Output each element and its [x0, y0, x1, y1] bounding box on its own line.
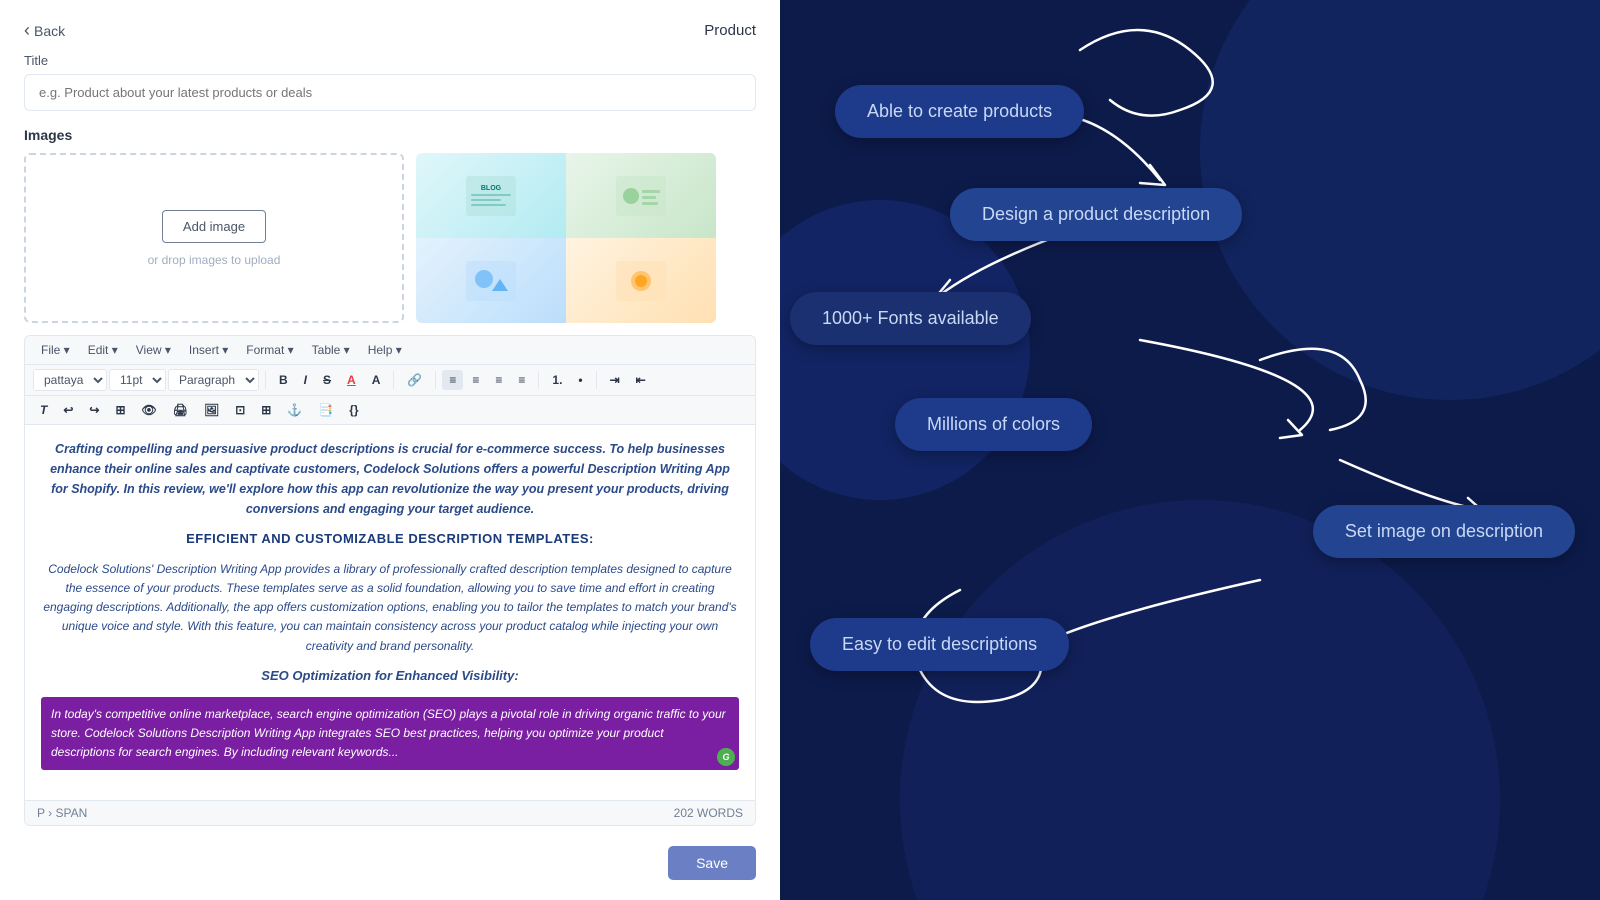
- unordered-list-btn[interactable]: •: [571, 370, 589, 390]
- undo-btn[interactable]: ↩: [56, 400, 80, 420]
- bg-circle-1: [1200, 0, 1600, 400]
- ordered-list-btn[interactable]: 1.: [545, 370, 569, 390]
- menu-edit[interactable]: Edit ▾: [80, 340, 126, 360]
- title-section: Title: [24, 53, 756, 111]
- editor-section-heading: Efficient and Customizable Description T…: [41, 529, 739, 550]
- toolbar-row1: File ▾ Edit ▾ View ▾ Insert ▾ Format ▾ T…: [25, 336, 755, 365]
- title-input[interactable]: [24, 74, 756, 111]
- toolbar-row2: pattaya 11pt Paragraph B I S A A 🔗 ≡ ≡ ≡…: [25, 365, 755, 396]
- editor-seo-heading: SEO Optimization for Enhanced Visibility…: [41, 666, 739, 687]
- size-select[interactable]: 11pt: [109, 369, 166, 391]
- product-label: Product: [704, 22, 756, 39]
- preview-cell-3: [416, 238, 566, 323]
- preview-btn[interactable]: 👁: [135, 400, 164, 420]
- highlighted-text: In today's competitive online marketplac…: [51, 707, 726, 759]
- preview-cell-2: [566, 153, 716, 238]
- image-preview: BLOG: [416, 153, 716, 323]
- feature-pill-edit-descriptions: Easy to edit descriptions: [810, 618, 1069, 671]
- menu-view[interactable]: View ▾: [128, 340, 179, 360]
- separator-5: [596, 371, 597, 389]
- feature-pill-fonts: 1000+ Fonts available: [790, 292, 1031, 345]
- feature-pill-set-image: Set image on description: [1313, 505, 1575, 558]
- image-btn[interactable]: 🖼: [197, 400, 226, 420]
- link-btn[interactable]: 🔗: [400, 370, 429, 390]
- embed-btn[interactable]: ⊡: [228, 400, 252, 420]
- menu-help[interactable]: Help ▾: [360, 340, 410, 360]
- align-center-btn[interactable]: ≡: [465, 370, 486, 390]
- italic-small-btn[interactable]: T: [33, 400, 54, 420]
- separator-2: [393, 371, 394, 389]
- svg-text:BLOG: BLOG: [481, 185, 502, 192]
- preview-cell-1: BLOG: [416, 153, 566, 238]
- save-btn-wrapper: Save: [24, 846, 756, 880]
- align-justify-btn[interactable]: ≡: [511, 370, 532, 390]
- upload-box[interactable]: Add image or drop images to upload: [24, 153, 404, 323]
- menu-table[interactable]: Table ▾: [304, 340, 358, 360]
- bg-circle-2: [900, 500, 1500, 900]
- font-color-btn[interactable]: A: [340, 370, 363, 390]
- table2-btn[interactable]: ⊞: [254, 400, 278, 420]
- align-left-btn[interactable]: ≡: [442, 370, 463, 390]
- editor-container: File ▾ Edit ▾ View ▾ Insert ▾ Format ▾ T…: [24, 335, 756, 826]
- italic-btn[interactable]: I: [297, 370, 314, 390]
- images-heading: Images: [24, 127, 756, 143]
- code-btn[interactable]: {}: [342, 400, 365, 420]
- menu-format[interactable]: Format ▾: [238, 340, 301, 360]
- indent-btn[interactable]: ⇥: [603, 370, 627, 390]
- bg-circle-3: [780, 200, 1030, 500]
- editor-body[interactable]: Crafting compelling and persuasive produ…: [25, 425, 755, 800]
- right-panel: Able to create products Design a product…: [780, 0, 1600, 900]
- menu-insert[interactable]: Insert ▾: [181, 340, 236, 360]
- feature-pill-create-products: Able to create products: [835, 85, 1084, 138]
- outdent-btn[interactable]: ⇤: [629, 370, 653, 390]
- editor-highlighted-para: In today's competitive online marketplac…: [41, 697, 739, 771]
- separator-4: [538, 371, 539, 389]
- toolbar-row3: T ↩ ↪ ⊞ 👁 🖨 🖼 ⊡ ⊞ ⚓ 📑 {}: [25, 396, 755, 425]
- editor-para-main: Crafting compelling and persuasive produ…: [41, 439, 739, 519]
- table-btn[interactable]: ⊞: [108, 400, 132, 420]
- grammarly-icon: G: [717, 748, 735, 766]
- bold-btn[interactable]: B: [272, 370, 295, 390]
- highlight-btn[interactable]: A: [365, 370, 388, 390]
- bookmark-btn[interactable]: 📑: [311, 400, 340, 420]
- editor-para-body: Codelock Solutions' Description Writing …: [41, 560, 739, 656]
- images-section: Images Add image or drop images to uploa…: [24, 127, 756, 323]
- redo-btn[interactable]: ↪: [82, 400, 106, 420]
- title-label: Title: [24, 53, 756, 68]
- align-right-btn[interactable]: ≡: [488, 370, 509, 390]
- menu-file[interactable]: File ▾: [33, 340, 78, 360]
- editor-footer: P › SPAN 202 WORDS: [25, 800, 755, 825]
- word-count: 202 WORDS: [674, 806, 743, 820]
- feature-pill-design-description: Design a product description: [950, 188, 1242, 241]
- left-panel: Back Product Title Images Add image or d…: [0, 0, 780, 900]
- breadcrumb: P › SPAN: [37, 806, 87, 820]
- images-row: Add image or drop images to upload BLOG: [24, 153, 756, 323]
- drop-text: or drop images to upload: [148, 253, 281, 267]
- anchor-btn[interactable]: ⚓: [280, 400, 309, 420]
- preview-cell-4: [566, 238, 716, 323]
- strikethrough-btn[interactable]: S: [316, 370, 338, 390]
- font-select[interactable]: pattaya: [33, 369, 107, 391]
- header-bar: Back Product: [24, 20, 756, 41]
- separator-1: [265, 371, 266, 389]
- style-select[interactable]: Paragraph: [168, 369, 259, 391]
- print-btn[interactable]: 🖨: [166, 400, 195, 420]
- separator-3: [435, 371, 436, 389]
- back-button[interactable]: Back: [24, 20, 65, 41]
- add-image-button[interactable]: Add image: [162, 210, 266, 243]
- feature-pill-colors: Millions of colors: [895, 398, 1092, 451]
- save-button[interactable]: Save: [668, 846, 756, 880]
